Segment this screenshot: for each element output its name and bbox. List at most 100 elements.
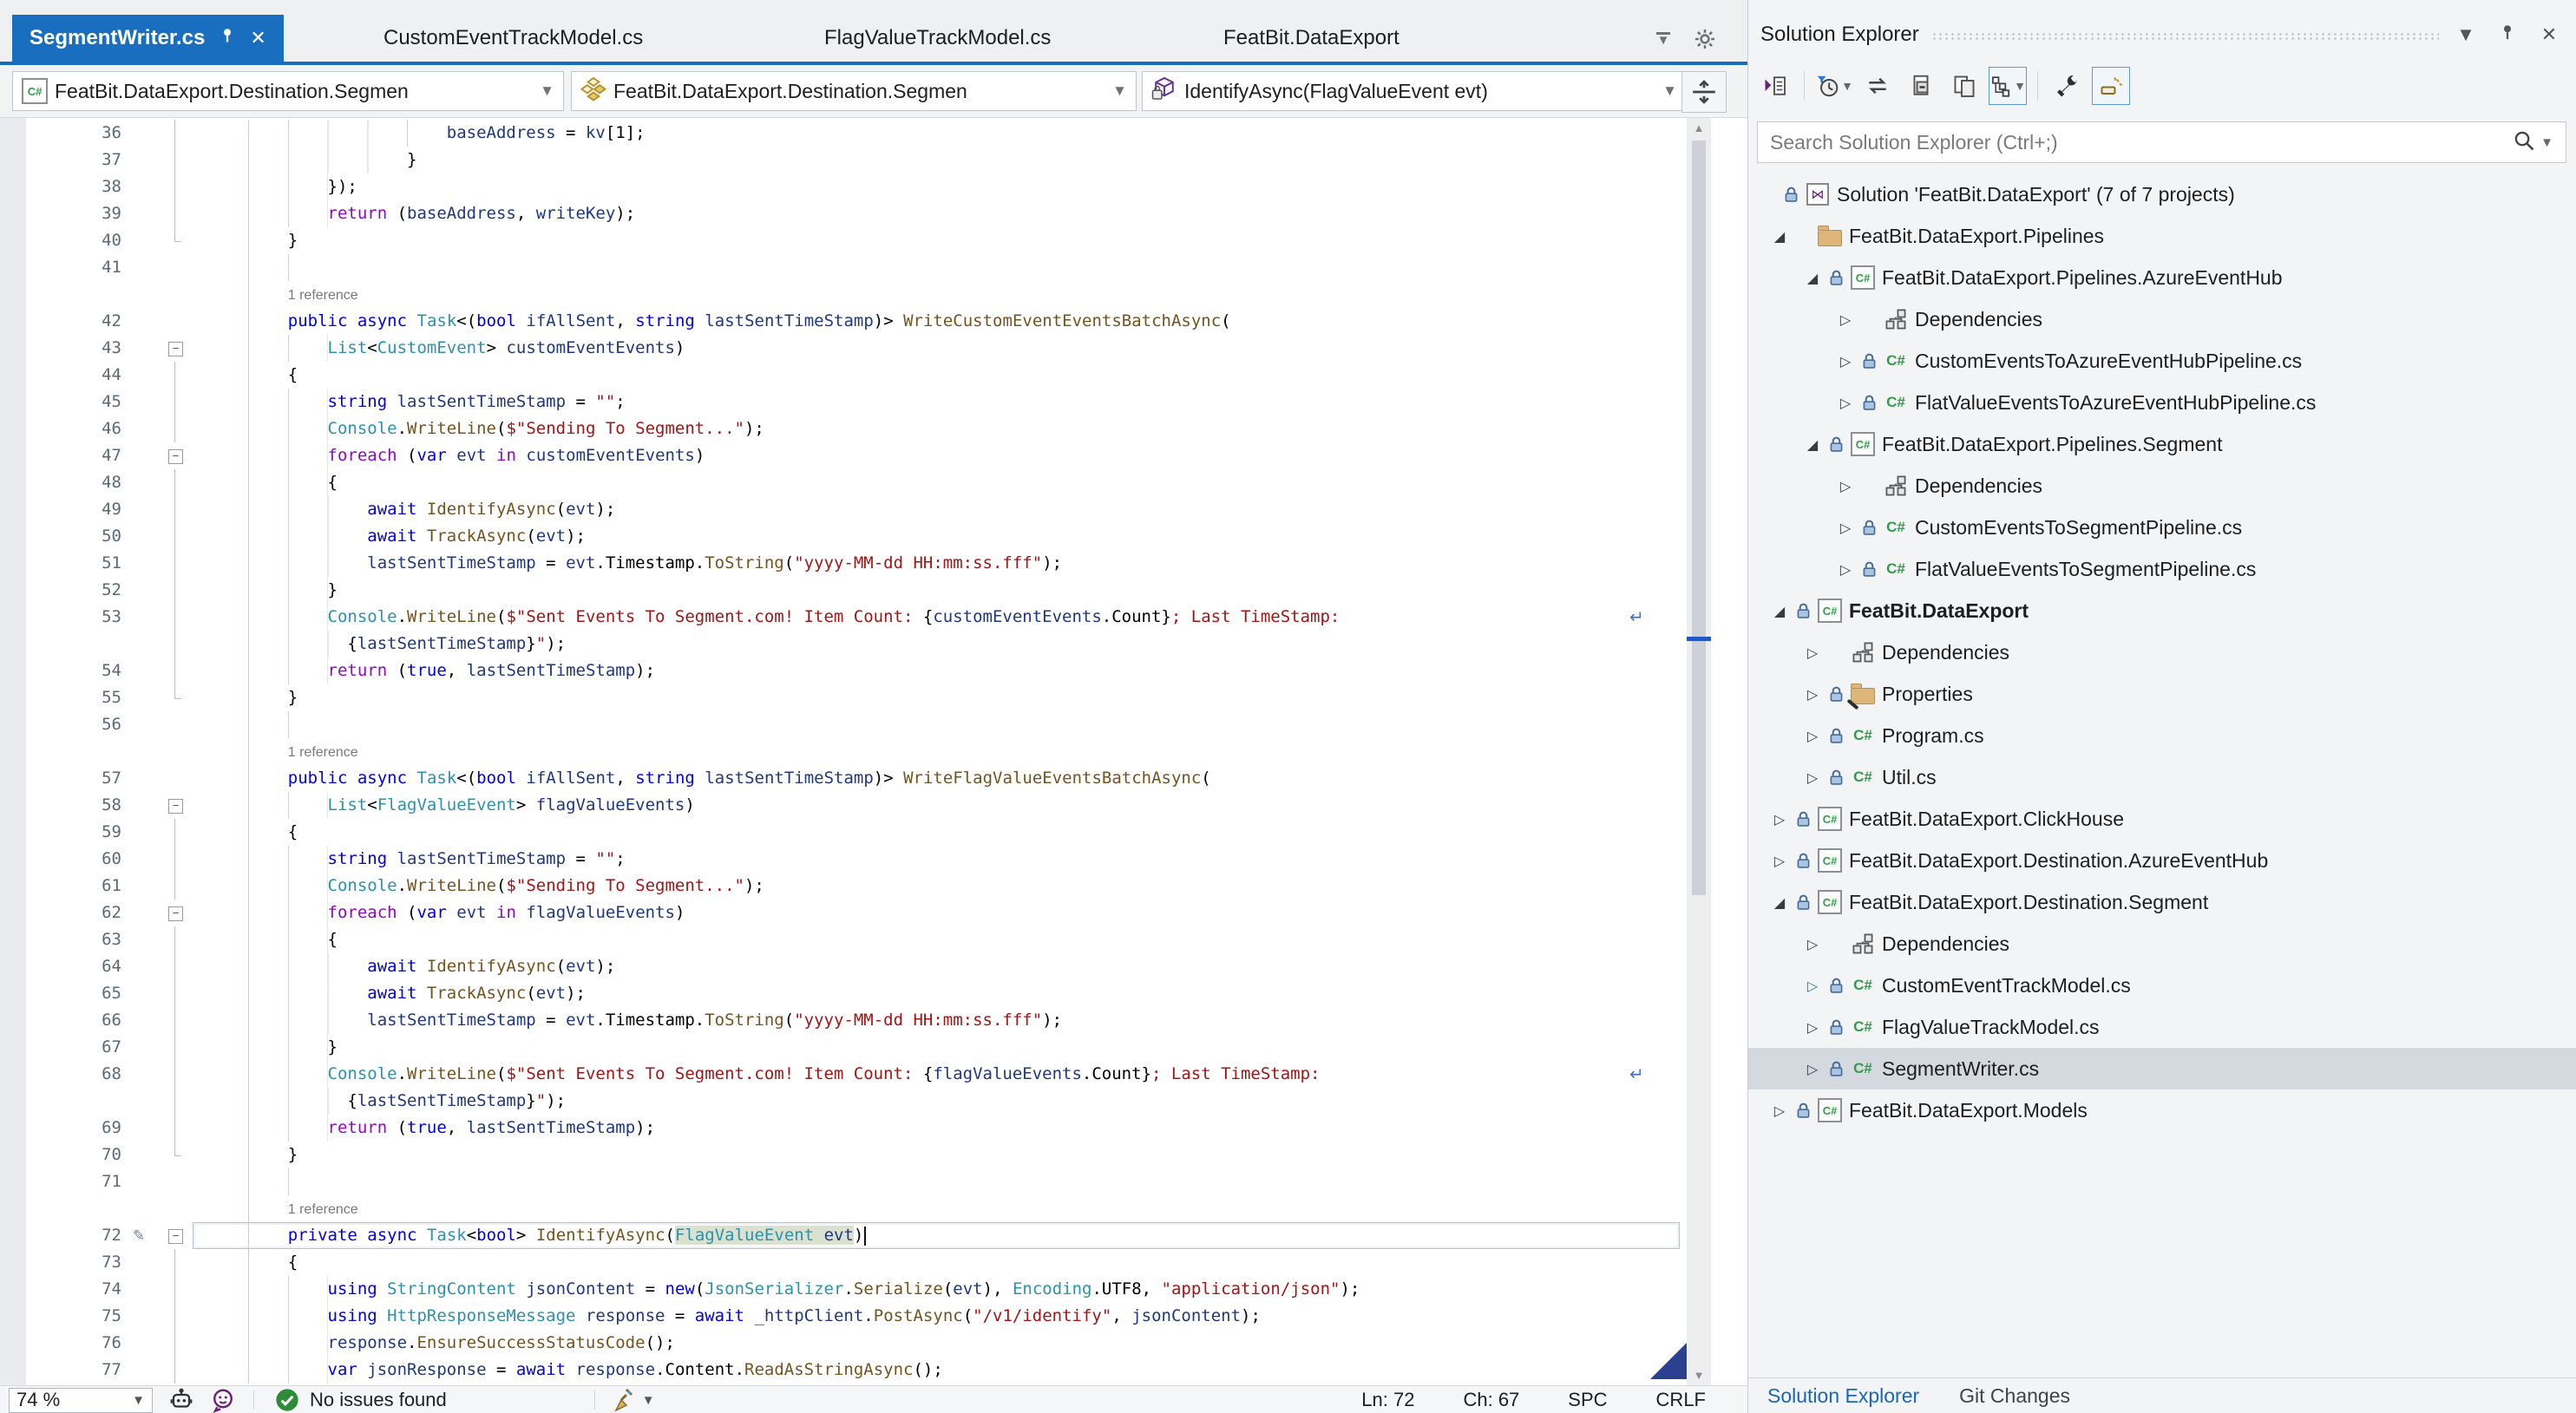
code-line[interactable]: 70} bbox=[0, 1142, 1747, 1168]
line-number[interactable]: 60 bbox=[0, 846, 121, 873]
code-line[interactable]: 51lastSentTimeStamp = evt.Timestamp.ToSt… bbox=[0, 550, 1747, 577]
code-text[interactable]: 1 reference bbox=[196, 1195, 1747, 1222]
code-text[interactable]: using HttpResponseMessage response = awa… bbox=[196, 1303, 1747, 1330]
code-text[interactable]: { bbox=[196, 362, 1747, 389]
tree-item-dependencies[interactable]: ▷Dependencies bbox=[1748, 923, 2576, 965]
chevron-collapsed-icon[interactable]: ▷ bbox=[1833, 478, 1858, 494]
chevron-collapsed-icon[interactable]: ▷ bbox=[1800, 1061, 1825, 1077]
code-line[interactable]: 57public async Task<(bool ifAllSent, str… bbox=[0, 765, 1747, 792]
search-input[interactable]: Search Solution Explorer (Ctrl+;) ▼ bbox=[1757, 121, 2566, 163]
codelens-references[interactable]: 1 reference bbox=[288, 1202, 358, 1217]
code-text[interactable]: foreach (var evt in customEventEvents) bbox=[196, 442, 1747, 469]
line-number[interactable]: 46 bbox=[0, 415, 121, 442]
code-line[interactable]: 64await IdentifyAsync(evt); bbox=[0, 953, 1747, 980]
code-line[interactable]: 38}); bbox=[0, 173, 1747, 200]
tree-item-featbit-dataexport-pipelines[interactable]: ◢FeatBit.DataExport.Pipelines bbox=[1748, 215, 2576, 257]
line-number[interactable]: 54 bbox=[0, 657, 121, 684]
chevron-collapsed-icon[interactable]: ▷ bbox=[1767, 853, 1792, 869]
tree-item-segmentwriter-cs[interactable]: ▷C#SegmentWriter.cs bbox=[1748, 1048, 2576, 1089]
project-dropdown[interactable]: C# FeatBit.DataExport.Destination.Segmen… bbox=[12, 71, 564, 111]
collapse-region-icon[interactable]: − bbox=[168, 342, 183, 357]
code-text[interactable]: public async Task<(bool ifAllSent, strin… bbox=[196, 765, 1747, 792]
pending-changes-filter-icon[interactable]: ▼ bbox=[1815, 67, 1853, 105]
line-number[interactable]: 62 bbox=[0, 899, 121, 926]
split-window-icon[interactable] bbox=[1681, 71, 1727, 113]
chevron-expanded-icon[interactable]: ◢ bbox=[1767, 603, 1792, 619]
code-text[interactable]: { bbox=[196, 1249, 1747, 1276]
code-text[interactable]: return (true, lastSentTimeStamp); bbox=[196, 657, 1747, 684]
code-line[interactable]: 62−foreach (var evt in flagValueEvents) bbox=[0, 899, 1747, 926]
outlining-margin[interactable]: − bbox=[156, 792, 196, 819]
code-text[interactable]: { bbox=[196, 819, 1747, 846]
line-number[interactable]: 64 bbox=[0, 953, 121, 980]
code-line[interactable]: 43−List<CustomEvent> customEventEvents) bbox=[0, 335, 1747, 362]
chevron-collapsed-icon[interactable]: ▷ bbox=[1800, 936, 1825, 952]
line-number[interactable]: 53 bbox=[0, 604, 121, 631]
member-dropdown[interactable]: IdentifyAsync(FlagValueEvent evt) ▼ bbox=[1142, 71, 1687, 111]
code-line[interactable]: 44{ bbox=[0, 362, 1747, 389]
chevron-down-icon[interactable]: ▼ bbox=[642, 1393, 655, 1408]
tree-item-dependencies[interactable]: ▷Dependencies bbox=[1748, 465, 2576, 507]
drag-grip[interactable] bbox=[1931, 32, 2439, 41]
code-text[interactable]: Console.WriteLine($"Sending To Segment..… bbox=[196, 415, 1747, 442]
tab-featbit-dataexport[interactable]: FeatBit.DataExport bbox=[1215, 15, 1408, 62]
line-number[interactable]: 39 bbox=[0, 200, 121, 227]
chevron-collapsed-icon[interactable]: ▷ bbox=[1833, 520, 1858, 536]
chevron-collapsed-icon[interactable]: ▷ bbox=[1800, 644, 1825, 661]
tree-item-featbit-dataexport-destination-azureeventhub[interactable]: ▷C#FeatBit.DataExport.Destination.AzureE… bbox=[1748, 840, 2576, 881]
indent-mode-indicator[interactable]: SPC bbox=[1568, 1389, 1607, 1411]
wrapped-code-line[interactable]: {lastSentTimeStamp}"); bbox=[0, 1088, 1747, 1115]
tree-item-featbit-dataexport-models[interactable]: ▷C#FeatBit.DataExport.Models bbox=[1748, 1089, 2576, 1131]
codelens-references[interactable]: 1 reference bbox=[288, 288, 358, 303]
code-text[interactable] bbox=[196, 254, 1747, 281]
line-number[interactable]: 51 bbox=[0, 550, 121, 577]
code-text[interactable]: await TrackAsync(evt); bbox=[196, 523, 1747, 550]
code-editor[interactable]: 36baseAddress = kv[1];37}38});39return (… bbox=[0, 118, 1747, 1385]
code-text[interactable]: await TrackAsync(evt); bbox=[196, 980, 1747, 1007]
code-line[interactable]: 52} bbox=[0, 577, 1747, 604]
code-line[interactable]: 36baseAddress = kv[1]; bbox=[0, 120, 1747, 147]
line-number[interactable]: 55 bbox=[0, 684, 121, 711]
line-number[interactable] bbox=[0, 738, 121, 765]
code-line[interactable]: 56 bbox=[0, 711, 1747, 738]
bottom-tab-git-changes[interactable]: Git Changes bbox=[1959, 1384, 2070, 1408]
line-number[interactable]: 37 bbox=[0, 147, 121, 173]
editor-vertical-scrollbar[interactable]: ▲ ▼ bbox=[1687, 118, 1711, 1385]
switch-views-icon[interactable] bbox=[1755, 67, 1793, 105]
code-text[interactable]: return (baseAddress, writeKey); bbox=[196, 200, 1747, 227]
code-text[interactable] bbox=[196, 711, 1747, 738]
code-text[interactable]: {lastSentTimeStamp}"); bbox=[196, 631, 1747, 657]
preview-selected-items-icon[interactable] bbox=[2092, 67, 2130, 105]
collapse-region-icon[interactable]: − bbox=[168, 799, 183, 814]
properties-wrench-icon[interactable] bbox=[2048, 67, 2087, 105]
line-number[interactable]: 50 bbox=[0, 523, 121, 550]
line-number[interactable]: 69 bbox=[0, 1115, 121, 1142]
tree-item-flatvalueeventstosegmentpipeline-cs[interactable]: ▷C#FlatValueEventsToSegmentPipeline.cs bbox=[1748, 548, 2576, 590]
tab-segmentwriter[interactable]: SegmentWriter.cs ✕ bbox=[12, 15, 284, 62]
chevron-collapsed-icon[interactable]: ▷ bbox=[1767, 811, 1792, 828]
line-number[interactable]: 66 bbox=[0, 1007, 121, 1034]
line-number[interactable]: 74 bbox=[0, 1276, 121, 1303]
outlining-margin[interactable]: − bbox=[156, 899, 196, 926]
line-number[interactable]: 38 bbox=[0, 173, 121, 200]
code-line[interactable]: 45string lastSentTimeStamp = ""; bbox=[0, 389, 1747, 415]
panel-title-bar[interactable]: Solution Explorer ▼ ✕ bbox=[1748, 12, 2576, 57]
line-number[interactable]: 72 bbox=[0, 1222, 121, 1249]
code-line[interactable]: 60string lastSentTimeStamp = ""; bbox=[0, 846, 1747, 873]
code-text[interactable]: string lastSentTimeStamp = ""; bbox=[196, 389, 1747, 415]
code-text[interactable]: response.EnsureSuccessStatusCode(); bbox=[196, 1330, 1747, 1357]
code-text[interactable]: } bbox=[196, 1034, 1747, 1061]
code-line[interactable]: 42public async Task<(bool ifAllSent, str… bbox=[0, 308, 1747, 335]
tab-flagvaluetrackmodel[interactable]: FlagValueTrackModel.cs bbox=[816, 15, 1059, 62]
chevron-collapsed-icon[interactable]: ▷ bbox=[1800, 769, 1825, 786]
issues-status[interactable]: No issues found bbox=[275, 1388, 447, 1412]
code-text[interactable]: } bbox=[196, 147, 1747, 173]
code-text[interactable]: 1 reference bbox=[196, 738, 1747, 765]
outlining-margin[interactable]: − bbox=[156, 1222, 196, 1249]
collapse-all-icon[interactable] bbox=[1902, 67, 1940, 105]
line-number[interactable]: 65 bbox=[0, 980, 121, 1007]
code-text[interactable]: { bbox=[196, 926, 1747, 953]
code-line[interactable]: 47−foreach (var evt in customEventEvents… bbox=[0, 442, 1747, 469]
search-icon[interactable] bbox=[2513, 129, 2535, 156]
code-line[interactable]: 67} bbox=[0, 1034, 1747, 1061]
